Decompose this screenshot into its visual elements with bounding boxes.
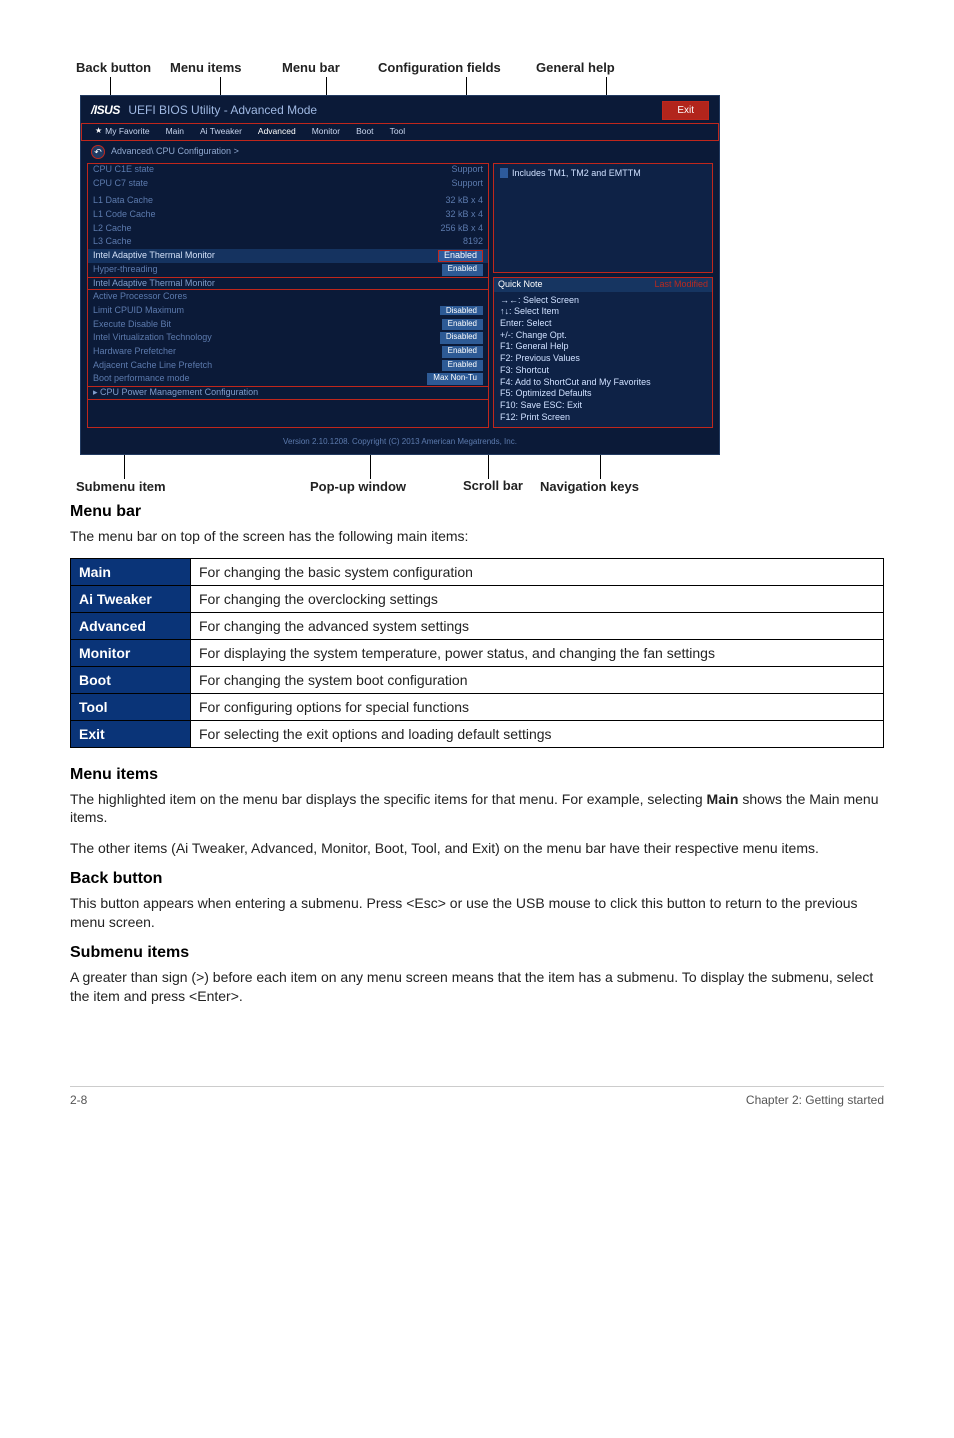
menu-monitor[interactable]: Monitor xyxy=(304,123,348,140)
row-submenu-cpm[interactable]: ▸ CPU Power Management Configuration xyxy=(87,386,489,400)
menu-boot[interactable]: Boot xyxy=(348,123,382,140)
menu-favorite[interactable]: My Favorite xyxy=(87,123,158,140)
pointer-lines-top xyxy=(70,77,884,95)
row-hpf[interactable]: Hardware Prefetcher xyxy=(93,346,176,358)
cell-tool-l: Tool xyxy=(71,693,191,720)
bios-menubar: My Favorite Main Ai Tweaker Advanced Mon… xyxy=(81,123,719,141)
row-bpm[interactable]: Boot performance mode xyxy=(93,373,190,385)
row-ht[interactable]: Hyper-threading xyxy=(93,264,158,276)
bios-logo: /ISUS xyxy=(91,103,120,117)
help-text: Includes TM1, TM2 and EMTTM xyxy=(512,168,641,180)
cell-exit-d: For selecting the exit options and loadi… xyxy=(191,720,884,747)
field-iatm[interactable]: Enabled xyxy=(438,250,483,262)
cell-ai-l: Ai Tweaker xyxy=(71,585,191,612)
label-general-help: General help xyxy=(536,60,656,75)
para-menubar: The menu bar on top of the screen has th… xyxy=(70,527,884,546)
cell-main-l: Main xyxy=(71,558,191,585)
field-ivt[interactable]: Disabled xyxy=(440,332,483,344)
scrollbar-thumb[interactable] xyxy=(500,168,508,178)
label-submenu: Submenu item xyxy=(70,479,310,494)
bios-title: UEFI BIOS Utility - Advanced Mode xyxy=(128,103,317,117)
row-ivt[interactable]: Intel Virtualization Technology xyxy=(93,332,212,344)
back-icon[interactable]: ↶ xyxy=(91,145,105,159)
row-l3: L3 Cache xyxy=(93,236,132,248)
cell-mon-d: For displaying the system temperature, p… xyxy=(191,639,884,666)
menu-tool[interactable]: Tool xyxy=(382,123,414,140)
para-menuitems-1: The highlighted item on the menu bar dis… xyxy=(70,790,884,828)
row-c7[interactable]: CPU C7 state xyxy=(93,178,148,190)
page-footer: 2-8 Chapter 2: Getting started xyxy=(70,1086,884,1107)
chapter-title: Chapter 2: Getting started xyxy=(746,1093,884,1107)
para-menuitems-2: The other items (Ai Tweaker, Advanced, M… xyxy=(70,839,884,858)
row-iatm[interactable]: Intel Adaptive Thermal Monitor xyxy=(93,250,215,262)
popup-window: Intel Adaptive Thermal Monitor xyxy=(87,277,489,291)
row-l1c: L1 Code Cache xyxy=(93,209,156,221)
breadcrumb-text: Advanced\ CPU Configuration > xyxy=(111,146,239,158)
menu-table: MainFor changing the basic system config… xyxy=(70,558,884,748)
row-c1e[interactable]: CPU C1E state xyxy=(93,164,154,176)
cell-mon-l: Monitor xyxy=(71,639,191,666)
label-back-button: Back button xyxy=(70,60,170,75)
heading-menubar: Menu bar xyxy=(70,503,884,521)
cell-boot-l: Boot xyxy=(71,666,191,693)
pointer-lines-bottom xyxy=(80,455,884,479)
cell-main-d: For changing the basic system configurat… xyxy=(191,558,884,585)
label-menu-bar: Menu bar xyxy=(282,60,378,75)
row-lcm[interactable]: Limit CPUID Maximum xyxy=(93,305,184,317)
row-exd[interactable]: Execute Disable Bit xyxy=(93,319,171,331)
cell-tool-d: For configuring options for special func… xyxy=(191,693,884,720)
row-l2: L2 Cache xyxy=(93,223,132,235)
menu-advanced[interactable]: Advanced xyxy=(250,123,304,140)
para-submenu: A greater than sign (>) before each item… xyxy=(70,968,884,1006)
navigation-keys-box: Quick NoteLast Modified →←: Select Scree… xyxy=(493,277,713,428)
row-acl[interactable]: Adjacent Cache Line Prefetch xyxy=(93,360,212,372)
page-number: 2-8 xyxy=(70,1093,87,1107)
cell-adv-l: Advanced xyxy=(71,612,191,639)
quick-note[interactable]: Quick Note xyxy=(498,279,543,291)
field-acl[interactable]: Enabled xyxy=(442,360,483,372)
breadcrumb: ↶ Advanced\ CPU Configuration > xyxy=(81,141,719,163)
label-config-fields: Configuration fields xyxy=(378,60,536,75)
para-back: This button appears when entering a subm… xyxy=(70,894,884,932)
field-hpf[interactable]: Enabled xyxy=(442,346,483,358)
field-bpm[interactable]: Max Non-Tu xyxy=(427,373,483,385)
help-box: Includes TM1, TM2 and EMTTM xyxy=(493,163,713,273)
top-label-row: Back button Menu items Menu bar Configur… xyxy=(70,60,884,75)
cell-boot-d: For changing the system boot configurati… xyxy=(191,666,884,693)
menu-tweaker[interactable]: Ai Tweaker xyxy=(192,123,250,140)
last-modified[interactable]: Last Modified xyxy=(654,279,708,291)
bios-version: Version 2.10.1208. Copyright (C) 2013 Am… xyxy=(81,434,719,447)
cell-ai-d: For changing the overclocking settings xyxy=(191,585,884,612)
heading-submenu: Submenu items xyxy=(70,944,884,962)
bios-screenshot: /ISUS UEFI BIOS Utility - Advanced Mode … xyxy=(80,95,720,455)
cell-exit-l: Exit xyxy=(71,720,191,747)
exit-button[interactable]: Exit xyxy=(662,101,709,120)
cell-adv-d: For changing the advanced system setting… xyxy=(191,612,884,639)
label-nav: Navigation keys xyxy=(540,479,720,494)
menu-main[interactable]: Main xyxy=(158,123,192,140)
bios-settings-list: CPU C1E stateSupport CPU C7 stateSupport… xyxy=(87,163,489,428)
row-l1d: L1 Data Cache xyxy=(93,195,153,207)
heading-back: Back button xyxy=(70,870,884,888)
annotated-diagram: Back button Menu items Menu bar Configur… xyxy=(70,60,884,493)
field-ht[interactable]: Enabled xyxy=(442,264,483,276)
row-apc[interactable]: Active Processor Cores xyxy=(93,291,187,303)
heading-menuitems: Menu items xyxy=(70,766,884,784)
label-menu-items: Menu items xyxy=(170,60,282,75)
